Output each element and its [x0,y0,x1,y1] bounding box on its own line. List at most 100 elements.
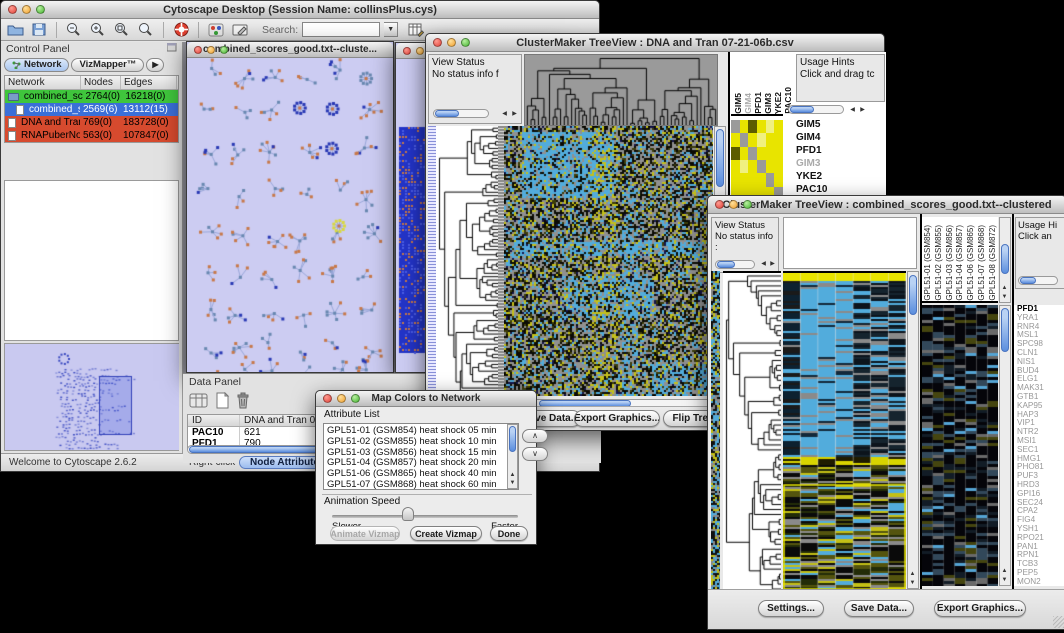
column-dendrogram[interactable] [524,54,718,126]
minimize-button[interactable] [416,47,424,55]
zoom-actual-icon[interactable] [136,21,156,39]
view-status-scrollbar[interactable] [715,260,755,269]
network-canvas[interactable] [187,58,393,372]
settings-button[interactable]: Settings... [758,600,824,617]
treeview1-titlebar[interactable]: ClusterMaker TreeView : DNA and Tran 07-… [426,34,884,52]
usage-hints-panel: Usage Hi Click an [1015,217,1064,289]
mini-heatmap-cell [740,160,749,173]
scroll-right-arrow[interactable]: ▶ [510,111,519,118]
animation-slider-thumb[interactable] [402,507,414,521]
close-button[interactable] [323,394,332,403]
tab-overflow-arrow[interactable]: ▶ [146,58,164,72]
zoom-button[interactable] [461,38,470,47]
zoom-out-icon[interactable] [64,21,84,39]
network-list-item[interactable]: RNAPuberNov2+I563(0)107847(0) [5,129,178,142]
scroll-left-arrow[interactable]: ◀ [500,111,509,118]
zoom-button[interactable] [36,5,45,14]
zoom-column-label: YKE2 [773,92,783,114]
done-button[interactable]: Done [490,526,528,541]
main-titlebar[interactable]: Cytoscape Desktop (Session Name: collins… [1,1,599,19]
gene-name-list[interactable]: PFD1YRA1RNR4MSL1SPC98CLN1NIS1BUD4ELG1MAK… [1014,305,1064,586]
zoom-button[interactable] [351,394,360,403]
animate-vizmap-button[interactable]: Animate Vizmap [330,526,400,541]
network-window-titlebar[interactable]: combined_scores_good.txt--cluste... [187,42,393,58]
network-table-header[interactable]: Network Nodes Edges [5,76,178,90]
minimize-button[interactable] [22,5,31,14]
tab-vizmapper[interactable]: VizMapper™ [71,58,144,72]
main-window-title: Cytoscape Desktop (Session Name: collins… [1,1,599,19]
attribute-select-icon[interactable] [189,392,209,414]
tab-network[interactable]: Network [4,58,69,72]
minimize-button[interactable] [447,38,456,47]
open-file-icon[interactable] [5,21,25,39]
help-lifebuoy-icon[interactable] [171,21,191,39]
close-button[interactable] [194,46,202,54]
delete-attribute-icon[interactable] [236,392,250,414]
network-list-item[interactable]: combined_scores2764(0)16218(0) [5,90,178,103]
zoom-in-icon[interactable] [88,21,108,39]
network-list-item[interactable]: DNA and Tran 07769(0)183728(0) [5,116,178,129]
global-heatmap[interactable] [504,126,713,396]
network-list-item[interactable]: combined_sco2569(6)13112(15) [5,103,178,116]
global-heatmap[interactable] [783,271,906,591]
scroll-left-arrow[interactable]: ◀ [759,261,768,268]
create-vizmap-button[interactable]: Create Vizmap [410,526,482,541]
zoom-vscrollbar[interactable]: ▲▼ [999,305,1011,586]
network-tab-icon [12,61,21,69]
new-attribute-icon[interactable] [215,392,230,414]
search-input[interactable] [302,22,380,37]
labels-vscrollbar[interactable]: ▲▼ [999,217,1011,303]
close-button[interactable] [8,5,17,14]
zoom-button[interactable] [220,46,228,54]
zoom-hscrollbar[interactable] [788,105,844,114]
network-overview-thumbnail[interactable] [4,343,179,451]
folder-icon [8,93,19,101]
save-data-button[interactable]: Save Data... [844,600,914,617]
map-colors-dialog: Map Colors to Network Attribute List GPL… [315,390,537,545]
minimize-button[interactable] [729,200,738,209]
scroll-right-arrow[interactable]: ▶ [858,107,867,114]
attribute-item[interactable]: GPL51-07 (GSM868) heat shock 60 min [327,480,518,490]
zoom-column-label: PFD1 [753,92,763,114]
resize-grip[interactable] [1053,616,1064,628]
row-dendrogram[interactable] [436,126,498,396]
zoom-fit-icon[interactable] [112,21,132,39]
minimize-button[interactable] [207,46,215,54]
view-status-scrollbar[interactable] [433,109,489,118]
zoom-button[interactable] [743,200,752,209]
toolbar-separator [198,22,199,38]
move-up-button[interactable]: ∧ [522,429,548,443]
usage-hints-panel: Usage Hints Click and drag tc [796,54,885,102]
treeview2-titlebar[interactable]: ClusterMaker TreeView : combined_scores_… [708,196,1064,214]
mini-heatmap-cell [757,120,766,133]
zoom-heatmap[interactable] [922,305,998,586]
attribute-list-scrollbar[interactable]: ▲▼ [507,424,518,489]
save-icon[interactable] [29,21,49,39]
minimize-button[interactable] [337,394,346,403]
heatmap-vscrollbar[interactable]: ▲▼ [907,271,919,589]
close-button[interactable] [403,47,411,55]
scroll-right-arrow[interactable]: ▶ [768,261,777,268]
mini-heatmap-cell [757,147,766,160]
attribute-item[interactable]: GPL51-02 (GSM855) heat shock 10 min [327,437,518,448]
close-button[interactable] [433,38,442,47]
animation-slider-track[interactable] [332,515,518,518]
attribute-table-icon[interactable] [406,21,426,39]
mini-heatmap-cell [766,160,775,173]
annotation-icon[interactable] [230,21,250,39]
scroll-left-arrow[interactable]: ◀ [848,107,857,114]
zoom-heatmap[interactable] [731,120,783,200]
search-dropdown-arrow[interactable]: ▼ [384,22,398,37]
vizmap-nodes-icon[interactable] [206,21,226,39]
float-panel-icon[interactable] [167,43,177,55]
export-graphics-button[interactable]: Export Graphics... [934,600,1026,617]
gene-label[interactable]: MON2 [1017,578,1064,586]
move-down-button[interactable]: ∨ [522,447,548,461]
export-graphics-button[interactable]: Export Graphics... [574,410,660,427]
close-button[interactable] [715,200,724,209]
dialog-titlebar[interactable]: Map Colors to Network [316,391,536,407]
row-dendrogram[interactable] [723,271,781,591]
usage-hints-scrollbar[interactable] [1018,276,1058,285]
control-panel: Control Panel Network VizMapper™ ▶ Netwo… [1,42,183,453]
attribute-list[interactable]: GPL51-01 (GSM854) heat shock 05 minGPL51… [323,423,519,490]
